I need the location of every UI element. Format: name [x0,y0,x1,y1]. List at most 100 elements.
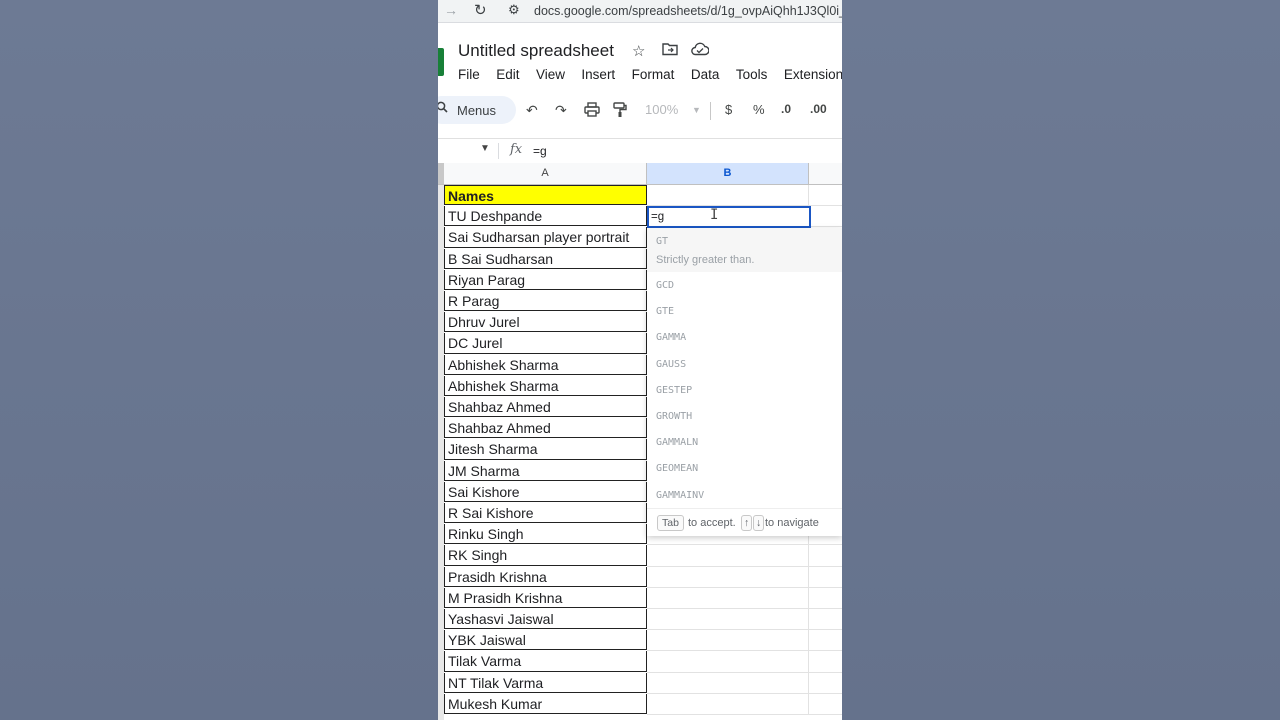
autocomplete-item[interactable]: GAMMAINV [656,490,704,501]
table-row: Prasidh Krishna [444,566,842,588]
menu-file[interactable]: File [458,67,480,82]
redo-icon[interactable]: ↷ [555,102,567,119]
menu-edit[interactable]: Edit [496,67,519,82]
menu-tools[interactable]: Tools [736,67,768,82]
suggestion-name: GT [656,236,669,247]
cell-a[interactable]: Yashasvi Jaiswal [444,609,647,630]
cell-a[interactable]: Shahbaz Ahmed [444,397,647,418]
table-row: Names [444,185,842,207]
cell-a[interactable]: TU Deshpande [444,206,647,227]
cell-c[interactable] [809,567,842,588]
autocomplete-item[interactable]: GAMMALN [656,437,698,448]
autocomplete-item[interactable]: GTE [656,306,674,317]
cell-b[interactable] [647,693,809,715]
autocomplete-item[interactable]: GAMMA [656,332,686,343]
cell-a[interactable]: Sai Kishore [444,481,647,502]
cell-b[interactable] [647,651,809,673]
forward-icon[interactable]: → [444,2,458,18]
cell-a[interactable]: JM Sharma [444,460,647,481]
menu-format[interactable]: Format [632,67,675,82]
cell-c[interactable] [809,651,842,673]
formula-autocomplete: GT Strictly greater than. GCD GTE GAMMA GAU… [647,228,842,536]
cell-a[interactable]: Mukesh Kumar [444,693,647,714]
autocomplete-item[interactable]: GEOMEAN [656,463,698,474]
cloud-status-icon[interactable] [691,42,710,60]
autocomplete-suggestion-selected[interactable]: GT Strictly greater than. [647,228,842,272]
cell-c[interactable] [809,630,842,652]
cell-a[interactable]: YBK Jaiswal [444,630,647,651]
formula-input[interactable]: =g [533,144,547,158]
cell-a[interactable]: R Parag [444,291,647,312]
cell-b[interactable] [647,185,809,207]
sheets-logo-icon[interactable] [438,48,444,76]
cell-b[interactable] [647,545,809,567]
site-info-icon[interactable]: ⚙ [508,2,520,18]
print-icon[interactable] [584,102,600,120]
undo-icon[interactable]: ↶ [526,102,538,119]
cell-a[interactable]: Dhruv Jurel [444,312,647,333]
menu-extensions[interactable]: Extensions [784,67,842,82]
cell-b[interactable] [647,630,809,652]
cell-a[interactable]: DC Jurel [444,333,647,354]
name-box-chevron-down-icon[interactable]: ▼ [480,143,490,154]
menu-data[interactable]: Data [691,67,720,82]
cell-a[interactable]: Prasidh Krishna [444,566,647,587]
document-title[interactable]: Untitled spreadsheet [458,41,614,61]
paint-format-icon[interactable] [613,102,627,121]
table-row: RK Singh [444,545,842,567]
table-row: NT Tilak Varma [444,672,842,694]
cell-a[interactable]: Jitesh Sharma [444,439,647,460]
autocomplete-item[interactable]: GAUSS [656,359,686,370]
menu-insert[interactable]: Insert [581,67,615,82]
decrease-decimal-button[interactable]: .0 [781,102,791,116]
cell-a[interactable]: RK Singh [444,545,647,566]
active-cell-editor[interactable]: =g [647,206,811,228]
star-icon[interactable]: ☆ [632,42,645,60]
background-left [0,0,438,720]
cell-c[interactable] [809,694,842,715]
cell-a[interactable]: B Sai Sudharsan [444,248,647,269]
cell-a[interactable]: Sai Sudharsan player portrait [444,227,647,248]
cell-c[interactable] [809,545,842,567]
cell-b[interactable] [647,566,809,588]
cell-b[interactable] [647,672,809,694]
cell-a[interactable]: Rinku Singh [444,524,647,545]
autocomplete-item[interactable]: GCD [656,280,674,291]
cell-a[interactable]: Abhishek Sharma [444,375,647,396]
formula-bar: ▼ fx =g [438,138,842,164]
column-headers: A B [438,163,842,185]
currency-format-button[interactable]: $ [725,102,732,117]
cell-a[interactable]: M Prasidh Krishna [444,587,647,608]
cell-a[interactable]: Riyan Parag [444,269,647,290]
header-cell-names[interactable]: Names [444,185,647,206]
cell-b[interactable] [647,587,809,609]
autocomplete-item[interactable]: GROWTH [656,411,692,422]
cell-a[interactable]: Shahbaz Ahmed [444,418,647,439]
cell-a[interactable]: NT Tilak Varma [444,672,647,693]
cell-c[interactable] [809,588,842,609]
cell-b[interactable] [647,609,809,631]
search-menus-button[interactable]: Menus [438,96,516,124]
cell-a[interactable]: R Sai Kishore [444,503,647,524]
cell-c[interactable] [809,673,842,694]
move-folder-icon[interactable] [662,42,678,60]
text-cursor-icon: I [710,207,719,223]
menu-view[interactable]: View [536,67,565,82]
zoom-select[interactable]: 100% [645,102,678,117]
reload-icon[interactable]: ↻ [474,1,487,19]
column-header-b[interactable]: B [647,163,809,184]
cell-c[interactable] [809,185,842,207]
cell-c[interactable] [809,206,842,228]
toolbar: Menus ↶ ↷ 100% ▼ $ % .0 .00 [438,94,842,127]
address-bar[interactable]: → ↻ ⚙ docs.google.com/spreadsheets/d/1g_… [438,0,842,23]
cell-a[interactable]: Tilak Varma [444,651,647,672]
column-header-a[interactable]: A [444,163,647,184]
increase-decimal-button[interactable]: .00 [810,102,827,116]
percent-format-button[interactable]: % [753,102,765,117]
table-row: Mukesh Kumar [444,693,842,715]
autocomplete-item[interactable]: GESTEP [656,385,692,396]
menus-label: Menus [457,103,497,118]
url-text[interactable]: docs.google.com/spreadsheets/d/1g_ovpAiQ… [534,4,842,18]
cell-a[interactable]: Abhishek Sharma [444,354,647,375]
cell-c[interactable] [809,609,842,631]
